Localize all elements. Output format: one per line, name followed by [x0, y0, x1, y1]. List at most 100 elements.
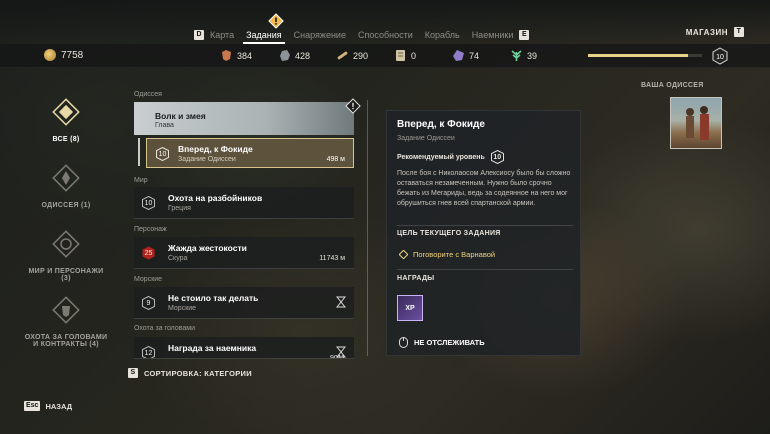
list-scrollbar[interactable] — [367, 100, 368, 356]
xp-progress-fill — [588, 54, 689, 57]
tab-abilities[interactable]: Способности — [352, 30, 419, 40]
untrack-button[interactable]: НЕ ОТСЛЕЖИВАТЬ — [399, 337, 485, 348]
resource-leather: 384 — [220, 49, 252, 62]
tab-mercenaries[interactable]: Наемники — [466, 30, 520, 40]
bounty-icon — [52, 296, 80, 324]
quest-item-sea[interactable]: 9 Не стоило так делать Морские — [134, 287, 354, 319]
resource-wood: 290 — [336, 49, 368, 62]
quest-item-world[interactable]: 10 Охота на разбойников Греция — [134, 187, 354, 219]
drachmae-value: 7758 — [61, 49, 84, 61]
section-bounty: Охота за головами — [134, 325, 195, 332]
category-odyssey-label: ОДИССЕЯ (1) — [41, 202, 91, 209]
category-all-label: ВСЕ (8) — [52, 136, 80, 143]
odyssey-thumbnail[interactable] — [670, 97, 722, 149]
resource-iron: 428 — [278, 49, 310, 62]
sort-button[interactable]: S СОРТИРОВКА: КАТЕГОРИИ — [128, 368, 252, 378]
selected-level: 10 — [158, 150, 167, 158]
characters-distance: 11743 м — [319, 255, 345, 262]
sea-title: Не стоило так делать — [168, 293, 259, 303]
recommended-level-badge: 10 — [490, 150, 504, 164]
objective-diamond-icon — [399, 250, 408, 259]
bounty-title: Награда за наемника — [168, 343, 257, 353]
iron-value: 428 — [295, 50, 311, 61]
objective-item: Поговорите с Варнавой — [399, 250, 495, 259]
tab-prev-key[interactable]: D — [194, 30, 204, 40]
shop-button[interactable]: МАГАЗИН T — [686, 27, 744, 37]
mouse-icon — [399, 337, 408, 348]
detail-subtitle: Задание Одиссеи — [397, 135, 455, 142]
main-quest-icon — [345, 98, 361, 114]
selected-title: Вперед, к Фокиде — [178, 144, 253, 154]
detail-title: Вперед, к Фокиде — [397, 119, 485, 130]
category-odyssey[interactable]: ОДИССЕЯ (1) — [24, 162, 108, 209]
detail-description: После боя с Николаосом Алексиосу было бы… — [397, 170, 571, 207]
tab-quests[interactable]: Задания — [240, 30, 288, 44]
shop-key: T — [734, 27, 744, 37]
ancient-tablet-icon — [396, 50, 405, 61]
rewards-header: НАГРАДЫ — [397, 275, 435, 282]
world-subtitle: Греция — [168, 205, 191, 212]
obsidian-icon — [453, 50, 464, 61]
objective-text: Поговорите с Варнавой — [413, 250, 496, 259]
world-title: Охота на разбойников — [168, 193, 263, 203]
objective-header: ЦЕЛЬ ТЕКУЩЕГО ЗАДАНИЯ — [397, 230, 501, 237]
iron-ore-icon — [280, 50, 290, 61]
recommended-level-value: 10 — [493, 153, 502, 161]
leather-icon — [222, 50, 231, 61]
quest-item-bounty[interactable]: 12 Награда за наемника 9011 — [134, 337, 354, 359]
category-world[interactable]: МИР И ПЕРСОНАЖИ (3) — [24, 228, 108, 282]
divider — [397, 269, 573, 270]
hourglass-icon — [336, 296, 346, 308]
reward-xp[interactable]: XP — [397, 295, 423, 321]
category-world-label: МИР И ПЕРСОНАЖИ (3) — [28, 268, 104, 282]
sort-key: S — [128, 368, 138, 378]
untrack-label: НЕ ОТСЛЕЖИВАТЬ — [414, 338, 485, 347]
resource-olive: 39 — [510, 49, 537, 62]
odyssey-icon — [52, 164, 80, 192]
drachma-coin-icon — [44, 49, 56, 61]
back-key: Esc — [24, 401, 41, 411]
obsidian-value: 74 — [469, 50, 480, 61]
section-characters: Персонаж — [134, 226, 167, 233]
tablets-value: 0 — [411, 50, 417, 61]
back-label: НАЗАД — [45, 401, 73, 411]
chapter-item[interactable]: Волк и змея Глава — [134, 102, 354, 135]
tab-ship[interactable]: Корабль — [419, 30, 466, 40]
section-odyssey: Одиссея — [134, 91, 162, 98]
main-tabs: D Карта Задания Снаряжение Способности К… — [194, 30, 530, 44]
player-level-value: 10 — [716, 54, 724, 61]
world-level: 10 — [144, 199, 153, 207]
category-bounty-label: ОХОТА ЗА ГОЛОВАМИ И КОНТРАКТЫ (4) — [24, 334, 108, 348]
sort-label: СОРТИРОВКА: КАТЕГОРИИ — [144, 368, 252, 378]
selection-bar — [138, 138, 140, 166]
characters-title: Жажда жестокости — [168, 243, 247, 253]
tab-gear[interactable]: Снаряжение — [288, 30, 352, 40]
bounty-level: 12 — [144, 349, 153, 357]
shop-label: МАГАЗИН — [685, 27, 728, 37]
resource-obsidian: 74 — [452, 49, 479, 62]
selected-distance: 498 м — [326, 156, 345, 163]
tab-map[interactable]: Карта — [204, 30, 240, 40]
drachmae-counter: 7758 — [44, 49, 83, 61]
back-button[interactable]: Esc НАЗАД — [24, 401, 72, 411]
chapter-title: Волк и змея — [155, 111, 206, 121]
recommended-level: Рекомендуемый уровень 10 — [397, 150, 504, 164]
divider — [397, 225, 573, 226]
reward-xp-label: XP — [405, 304, 415, 312]
recommended-label: Рекомендуемый уровень — [397, 153, 485, 161]
category-all[interactable]: ВСЕ (8) — [24, 96, 108, 143]
resource-tablets: 0 — [394, 49, 416, 62]
section-world: Мир — [134, 177, 148, 184]
quest-item-selected[interactable]: 10 Вперед, к Фокиде Задание Одиссеи 498 … — [146, 138, 354, 168]
selected-subtitle: Задание Одиссеи — [178, 156, 236, 163]
category-bounty[interactable]: ОХОТА ЗА ГОЛОВАМИ И КОНТРАКТЫ (4) — [24, 294, 108, 348]
leather-value: 384 — [237, 50, 253, 61]
characters-subtitle: Скура — [168, 255, 188, 262]
quest-detail-panel: Вперед, к Фокиде Задание Одиссеи Рекомен… — [386, 110, 581, 356]
odyssey-label: ВАША ОДИССЕЯ — [641, 82, 704, 89]
quest-tab-icon — [268, 13, 284, 29]
tab-next-key[interactable]: E — [519, 30, 530, 40]
quest-item-characters[interactable]: 25 Жажда жестокости Скура 11743 м — [134, 237, 354, 269]
player-level-badge: 10 — [712, 47, 728, 65]
olive-value: 39 — [527, 50, 538, 61]
